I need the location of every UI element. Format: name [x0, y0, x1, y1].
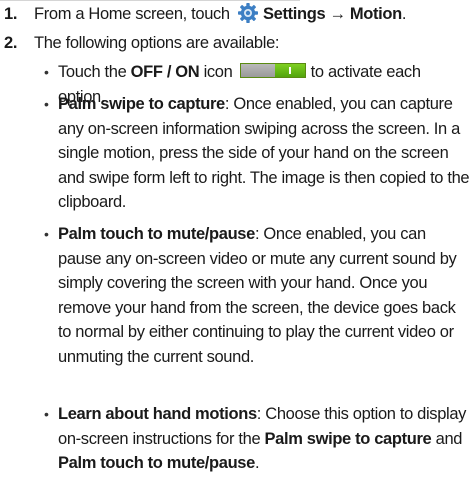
bullet-palm-swipe: • Palm swipe to capture: Once enabled, y… — [44, 92, 470, 215]
palm-touch-term: Palm touch to mute/pause — [58, 225, 255, 243]
bullet-dot: • — [44, 226, 49, 242]
learn-description: and — [431, 429, 463, 448]
step-2: 2. The following options are available: — [4, 32, 279, 54]
bullet-learn-hand-motions: • Learn about hand motions: Choose this … — [44, 402, 470, 476]
bullet-text: icon — [199, 63, 233, 81]
bullet-dot: • — [44, 64, 49, 80]
learn-hand-motions-term: Learn about hand motions — [58, 405, 257, 423]
bullet-palm-touch: • Palm touch to mute/pause: Once enabled… — [44, 222, 470, 369]
palm-touch-term: Palm touch to mute/pause — [58, 454, 255, 472]
settings-gear-icon — [237, 3, 258, 23]
bullet-dot: • — [44, 96, 49, 112]
step-text: From a Home screen, touch — [34, 5, 230, 23]
step-text: The following options are available: — [34, 34, 280, 52]
palm-swipe-term: Palm swipe to capture — [264, 429, 432, 448]
bullet-text: Touch the — [58, 63, 131, 81]
palm-swipe-term: Palm swipe to capture — [58, 95, 225, 113]
manual-page: 1. From a Home screen, touch Settings → M… — [0, 0, 473, 479]
step-number: 1. — [4, 5, 18, 23]
off-on-label: OFF / ON — [130, 63, 200, 81]
learn-description: . — [254, 454, 260, 472]
bullet-dot: • — [44, 406, 49, 422]
palm-touch-description: : Once enabled, you can pause any on-scr… — [58, 225, 457, 366]
step-punctuation: . — [401, 5, 407, 23]
step-1: 1. From a Home screen, touch Settings → M… — [4, 2, 406, 25]
on-off-toggle-icon — [240, 63, 307, 78]
settings-motion-path: Settings → Motion — [262, 5, 402, 23]
step-number: 2. — [4, 34, 18, 52]
